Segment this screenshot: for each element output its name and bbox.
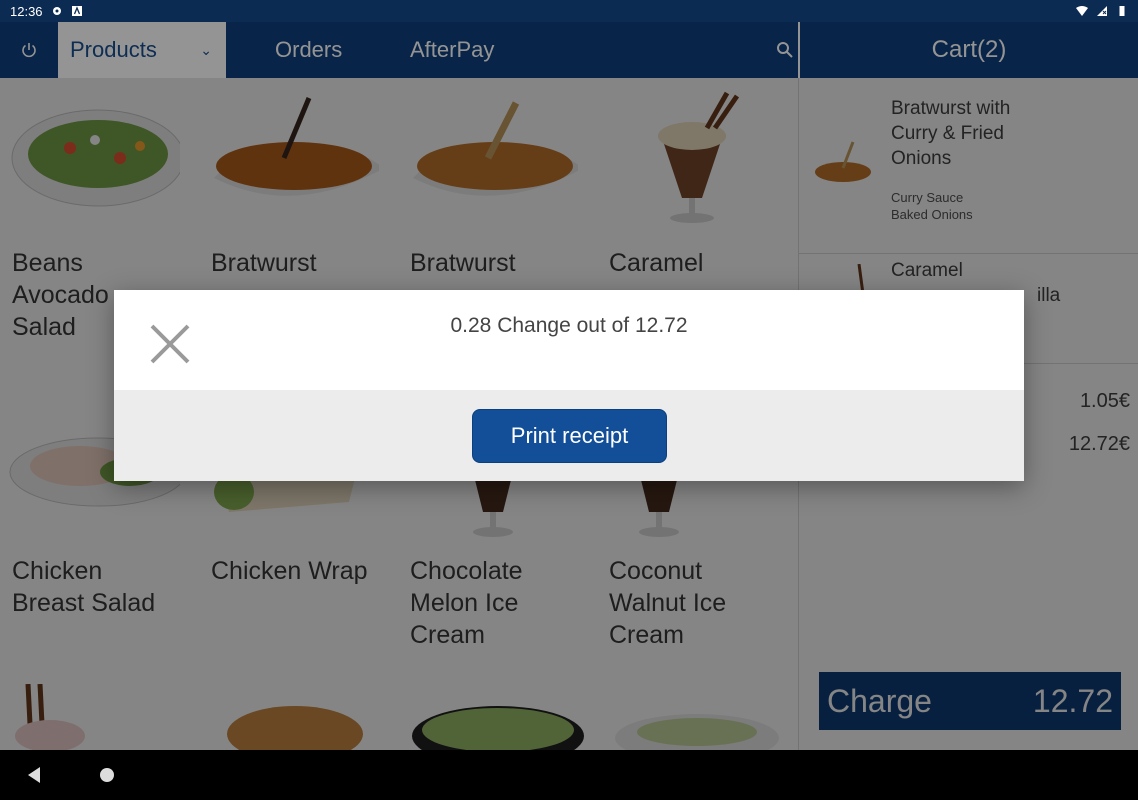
change-dialog: 0.28 Change out of 12.72 Print receipt <box>114 290 1024 481</box>
settings-icon <box>52 7 61 15</box>
signal-icon <box>1097 6 1107 16</box>
dialog-footer: Print receipt <box>114 390 1024 481</box>
status-time: 12:36 <box>10 3 43 19</box>
home-icon[interactable] <box>100 768 114 782</box>
scrim-top <box>0 22 1138 78</box>
status-left: 12:36 <box>10 4 83 19</box>
app-root: 12:36 Products ⌄ Orders AfterPay Cart(2)… <box>0 0 1138 800</box>
battery-icon <box>1119 6 1125 16</box>
wifi-icon <box>1076 6 1088 16</box>
a-badge-icon <box>71 6 82 16</box>
back-icon[interactable] <box>28 767 40 783</box>
nav-bar <box>0 750 1138 800</box>
change-message: 0.28 Change out of 12.72 <box>450 314 688 337</box>
print-receipt-button[interactable]: Print receipt <box>472 409 667 463</box>
status-bar: 12:36 <box>0 0 1138 22</box>
status-right <box>1076 5 1128 17</box>
